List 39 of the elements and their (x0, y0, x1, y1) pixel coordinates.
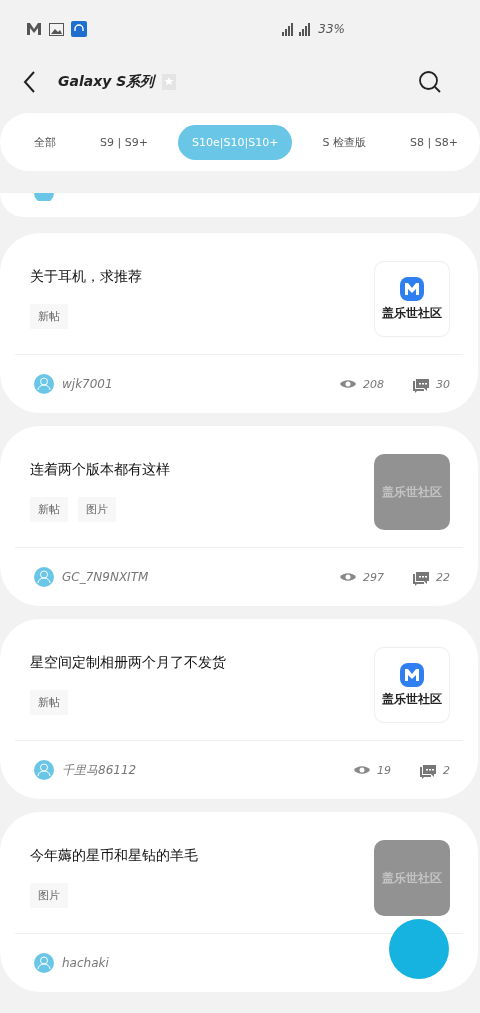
eye-icon (353, 764, 371, 776)
author-name[interactable]: GC_7N9NXITM (62, 570, 149, 584)
post-tag: 图片 (30, 883, 68, 908)
tab[interactable]: 全部 (20, 124, 70, 160)
post-tag: 新帖 (30, 497, 68, 522)
comment-count: 30 (436, 377, 450, 391)
author-name[interactable]: hachaki (62, 956, 109, 970)
back-icon[interactable] (22, 69, 36, 94)
app-logo-icon (400, 662, 424, 687)
tab[interactable]: S 检查版 (308, 124, 380, 160)
logo-text: 盖乐世社区 (382, 690, 442, 708)
tab[interactable]: S8 | S8+ (396, 124, 472, 160)
eye-icon (339, 571, 357, 583)
battery-percentage: 33% (318, 22, 345, 36)
post-title: 连着两个版本都有这样 (30, 461, 171, 479)
author-name[interactable]: wjk7001 (62, 377, 113, 391)
page-title: Galaxy S系列 (58, 72, 155, 91)
author-name[interactable]: 千里马86112 (62, 761, 137, 779)
view-count: 208 (363, 377, 384, 391)
post-card[interactable]: 星空间定制相册两个月了不发货 新帖 盖乐世社区 千里马86112 19 2 (0, 619, 478, 799)
post-tag: 新帖 (30, 304, 68, 329)
post-title: 关于耳机，求推荐 (30, 268, 143, 286)
post-card[interactable]: 关于耳机，求推荐 新帖 盖乐世社区 wjk7001 208 30 (0, 233, 478, 413)
eye-icon (339, 378, 357, 390)
headset-app-icon (71, 21, 87, 37)
post-tag: 图片 (78, 497, 116, 522)
tab[interactable]: S9 | S9+ (86, 124, 162, 160)
app-logo-icon (400, 276, 424, 301)
comment-count: 2 (443, 763, 450, 777)
search-icon[interactable] (418, 69, 442, 94)
view-count: 19 (377, 763, 391, 777)
mail-icon (26, 22, 42, 36)
post-title: 星空间定制相册两个月了不发货 (30, 654, 227, 672)
view-count: 297 (363, 570, 384, 584)
gallery-icon (49, 22, 64, 36)
logo-text: 盖乐世社区 (382, 304, 442, 322)
comment-count: 22 (436, 570, 450, 584)
post-title: 今年薅的星币和星钻的羊毛 (30, 847, 199, 865)
post-tag: 新帖 (30, 690, 68, 715)
